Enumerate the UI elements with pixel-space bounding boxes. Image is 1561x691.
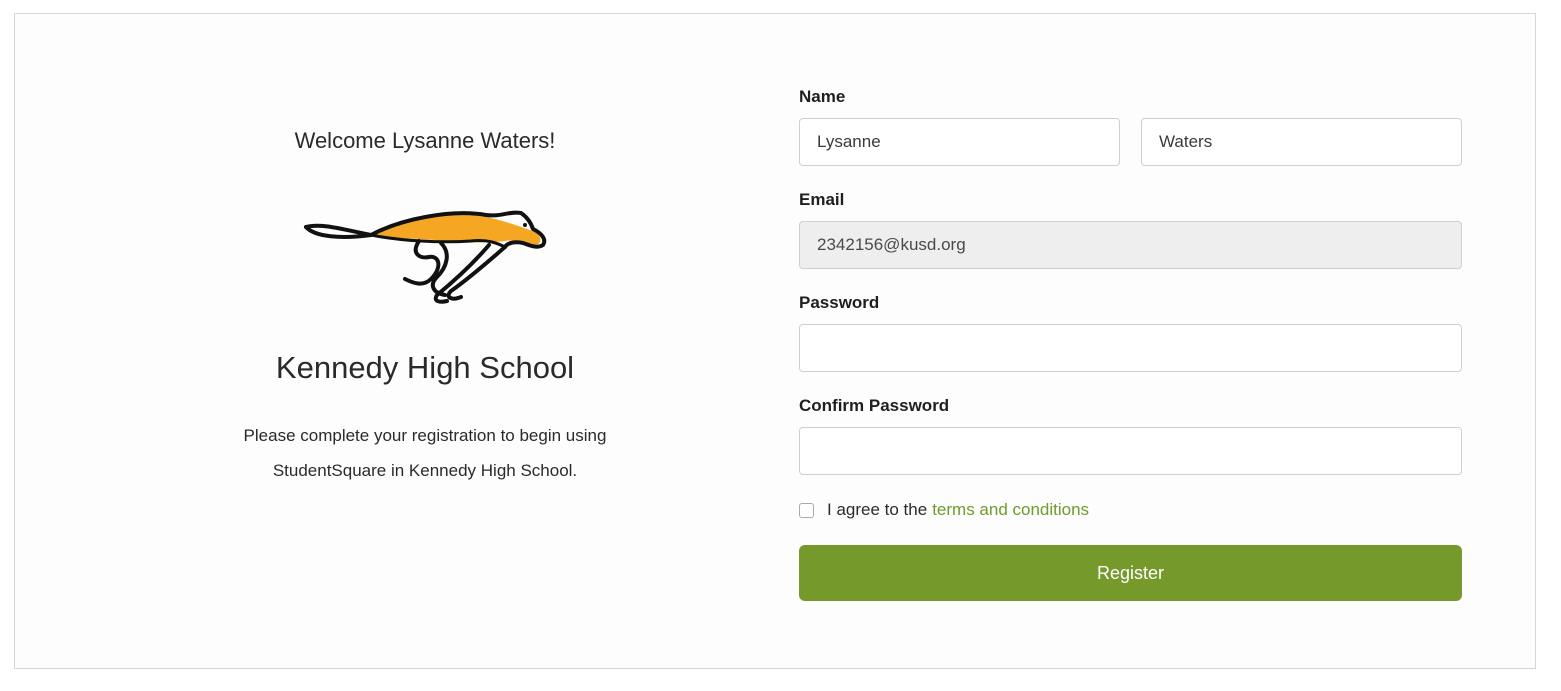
cheetah-logo-icon (304, 210, 547, 304)
last-name-input[interactable] (1141, 118, 1462, 166)
password-label: Password (799, 293, 880, 312)
register-button[interactable]: Register (799, 545, 1462, 601)
terms-link[interactable]: terms and conditions (932, 500, 1089, 520)
email-field (799, 221, 1462, 269)
confirm-password-input[interactable] (799, 427, 1462, 475)
first-name-input[interactable] (799, 118, 1120, 166)
password-input[interactable] (799, 324, 1462, 372)
welcome-panel: Welcome Lysanne Waters! Kennedy High Sch… (15, 14, 835, 668)
description-line-2: StudentSquare in Kennedy High School. (272, 461, 578, 480)
registration-description: Please complete your registration to beg… (195, 418, 655, 488)
terms-checkbox[interactable] (799, 502, 814, 518)
agree-text: I agree to the (827, 500, 928, 519)
school-name: Kennedy High School (275, 350, 575, 385)
email-label: Email (799, 190, 845, 209)
welcome-heading: Welcome Lysanne Waters! (294, 128, 556, 153)
confirm-password-label: Confirm Password (799, 396, 950, 415)
description-line-1: Please complete your registration to beg… (243, 426, 607, 445)
registration-card: Welcome Lysanne Waters! Kennedy High Sch… (14, 13, 1536, 669)
name-label: Name (799, 87, 846, 106)
terms-agreement: I agree to the terms and conditions (799, 498, 1089, 522)
